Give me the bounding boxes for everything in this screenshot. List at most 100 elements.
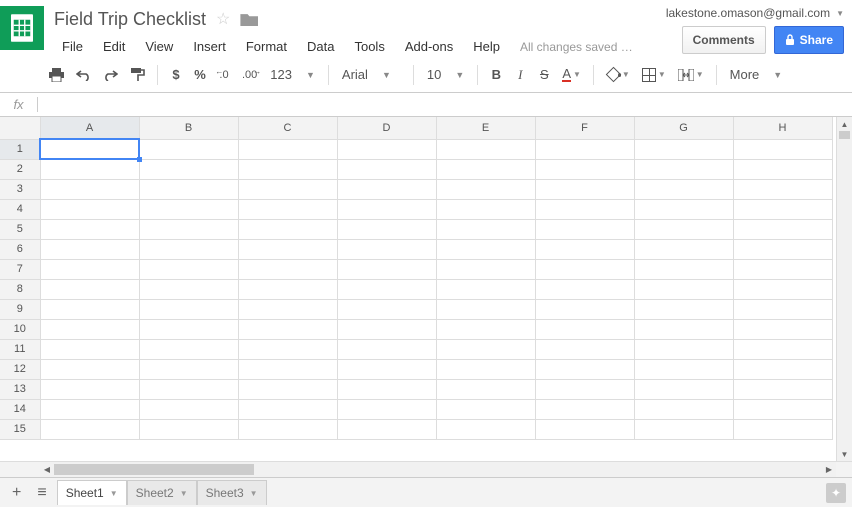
cell-E15[interactable] <box>436 419 535 439</box>
sheet-tab-sheet1[interactable]: Sheet1▼ <box>57 480 127 505</box>
cell-C1[interactable] <box>238 139 337 159</box>
column-header-e[interactable]: E <box>436 117 535 139</box>
cell-G4[interactable] <box>634 199 733 219</box>
cell-G3[interactable] <box>634 179 733 199</box>
row-header-4[interactable]: 4 <box>0 199 40 219</box>
cell-D1[interactable] <box>337 139 436 159</box>
cell-G11[interactable] <box>634 339 733 359</box>
cell-G13[interactable] <box>634 379 733 399</box>
menu-data[interactable]: Data <box>299 36 342 57</box>
cell-F10[interactable] <box>535 319 634 339</box>
cell-C2[interactable] <box>238 159 337 179</box>
user-email[interactable]: lakestone.omason@gmail.com▼ <box>666 6 844 20</box>
cell-E8[interactable] <box>436 279 535 299</box>
column-header-b[interactable]: B <box>139 117 238 139</box>
cell-H5[interactable] <box>733 219 832 239</box>
spreadsheet-grid[interactable]: ABCDEFGH123456789101112131415 <box>0 117 836 461</box>
cell-G12[interactable] <box>634 359 733 379</box>
cell-A1[interactable] <box>40 139 139 159</box>
cell-F13[interactable] <box>535 379 634 399</box>
merge-button[interactable]: ▼ <box>673 63 709 87</box>
cell-A5[interactable] <box>40 219 139 239</box>
row-header-2[interactable]: 2 <box>0 159 40 179</box>
cell-G7[interactable] <box>634 259 733 279</box>
add-sheet-button[interactable]: + <box>6 480 27 506</box>
row-header-10[interactable]: 10 <box>0 319 40 339</box>
cell-F11[interactable] <box>535 339 634 359</box>
cell-D14[interactable] <box>337 399 436 419</box>
cell-E3[interactable] <box>436 179 535 199</box>
menu-insert[interactable]: Insert <box>185 36 234 57</box>
cell-F12[interactable] <box>535 359 634 379</box>
cell-B6[interactable] <box>139 239 238 259</box>
cell-E1[interactable] <box>436 139 535 159</box>
cell-D4[interactable] <box>337 199 436 219</box>
cell-D12[interactable] <box>337 359 436 379</box>
cell-C15[interactable] <box>238 419 337 439</box>
row-header-9[interactable]: 9 <box>0 299 40 319</box>
document-title[interactable]: Field Trip Checklist <box>54 9 206 30</box>
cell-G5[interactable] <box>634 219 733 239</box>
strikethrough-button[interactable]: S <box>533 63 555 87</box>
cell-G15[interactable] <box>634 419 733 439</box>
column-header-a[interactable]: A <box>40 117 139 139</box>
cell-F8[interactable] <box>535 279 634 299</box>
cell-C3[interactable] <box>238 179 337 199</box>
cell-E4[interactable] <box>436 199 535 219</box>
cell-H14[interactable] <box>733 399 832 419</box>
more-button[interactable]: More▼ <box>724 64 789 85</box>
more-formats-button[interactable]: 123▼ <box>264 64 321 85</box>
cell-F14[interactable] <box>535 399 634 419</box>
currency-button[interactable]: $ <box>165 63 187 87</box>
cell-B10[interactable] <box>139 319 238 339</box>
cell-A6[interactable] <box>40 239 139 259</box>
cell-G9[interactable] <box>634 299 733 319</box>
row-header-11[interactable]: 11 <box>0 339 40 359</box>
horizontal-scrollbar[interactable]: ◀ ▶ <box>40 462 836 477</box>
row-header-6[interactable]: 6 <box>0 239 40 259</box>
horizontal-scroll-thumb[interactable] <box>54 464 254 475</box>
cell-H11[interactable] <box>733 339 832 359</box>
cell-H1[interactable] <box>733 139 832 159</box>
cell-G2[interactable] <box>634 159 733 179</box>
vertical-scrollbar[interactable]: ▲ ▼ <box>836 117 852 461</box>
cell-G10[interactable] <box>634 319 733 339</box>
cell-C4[interactable] <box>238 199 337 219</box>
percent-button[interactable]: % <box>189 63 211 87</box>
cell-H3[interactable] <box>733 179 832 199</box>
cell-A7[interactable] <box>40 259 139 279</box>
font-select[interactable]: Arial▼ <box>336 64 406 85</box>
cell-C8[interactable] <box>238 279 337 299</box>
cell-B13[interactable] <box>139 379 238 399</box>
menu-tools[interactable]: Tools <box>346 36 392 57</box>
cell-A12[interactable] <box>40 359 139 379</box>
cell-D3[interactable] <box>337 179 436 199</box>
cell-E10[interactable] <box>436 319 535 339</box>
cell-F2[interactable] <box>535 159 634 179</box>
scroll-down-arrow[interactable]: ▼ <box>837 447 852 461</box>
cell-A13[interactable] <box>40 379 139 399</box>
cell-H4[interactable] <box>733 199 832 219</box>
row-header-3[interactable]: 3 <box>0 179 40 199</box>
cell-F1[interactable] <box>535 139 634 159</box>
cell-C5[interactable] <box>238 219 337 239</box>
print-icon[interactable] <box>44 63 69 87</box>
menu-edit[interactable]: Edit <box>95 36 133 57</box>
column-header-g[interactable]: G <box>634 117 733 139</box>
scroll-right-arrow[interactable]: ▶ <box>822 462 836 477</box>
sheet-tab-sheet3[interactable]: Sheet3▼ <box>197 480 267 505</box>
cell-D15[interactable] <box>337 419 436 439</box>
cell-B4[interactable] <box>139 199 238 219</box>
cell-E6[interactable] <box>436 239 535 259</box>
cell-B3[interactable] <box>139 179 238 199</box>
cell-D13[interactable] <box>337 379 436 399</box>
cell-G8[interactable] <box>634 279 733 299</box>
menu-file[interactable]: File <box>54 36 91 57</box>
cell-A14[interactable] <box>40 399 139 419</box>
font-size-select[interactable]: 10▼ <box>421 64 470 85</box>
cell-C11[interactable] <box>238 339 337 359</box>
menu-help[interactable]: Help <box>465 36 508 57</box>
menu-view[interactable]: View <box>137 36 181 57</box>
text-color-button[interactable]: A▼ <box>557 63 586 87</box>
cell-C14[interactable] <box>238 399 337 419</box>
